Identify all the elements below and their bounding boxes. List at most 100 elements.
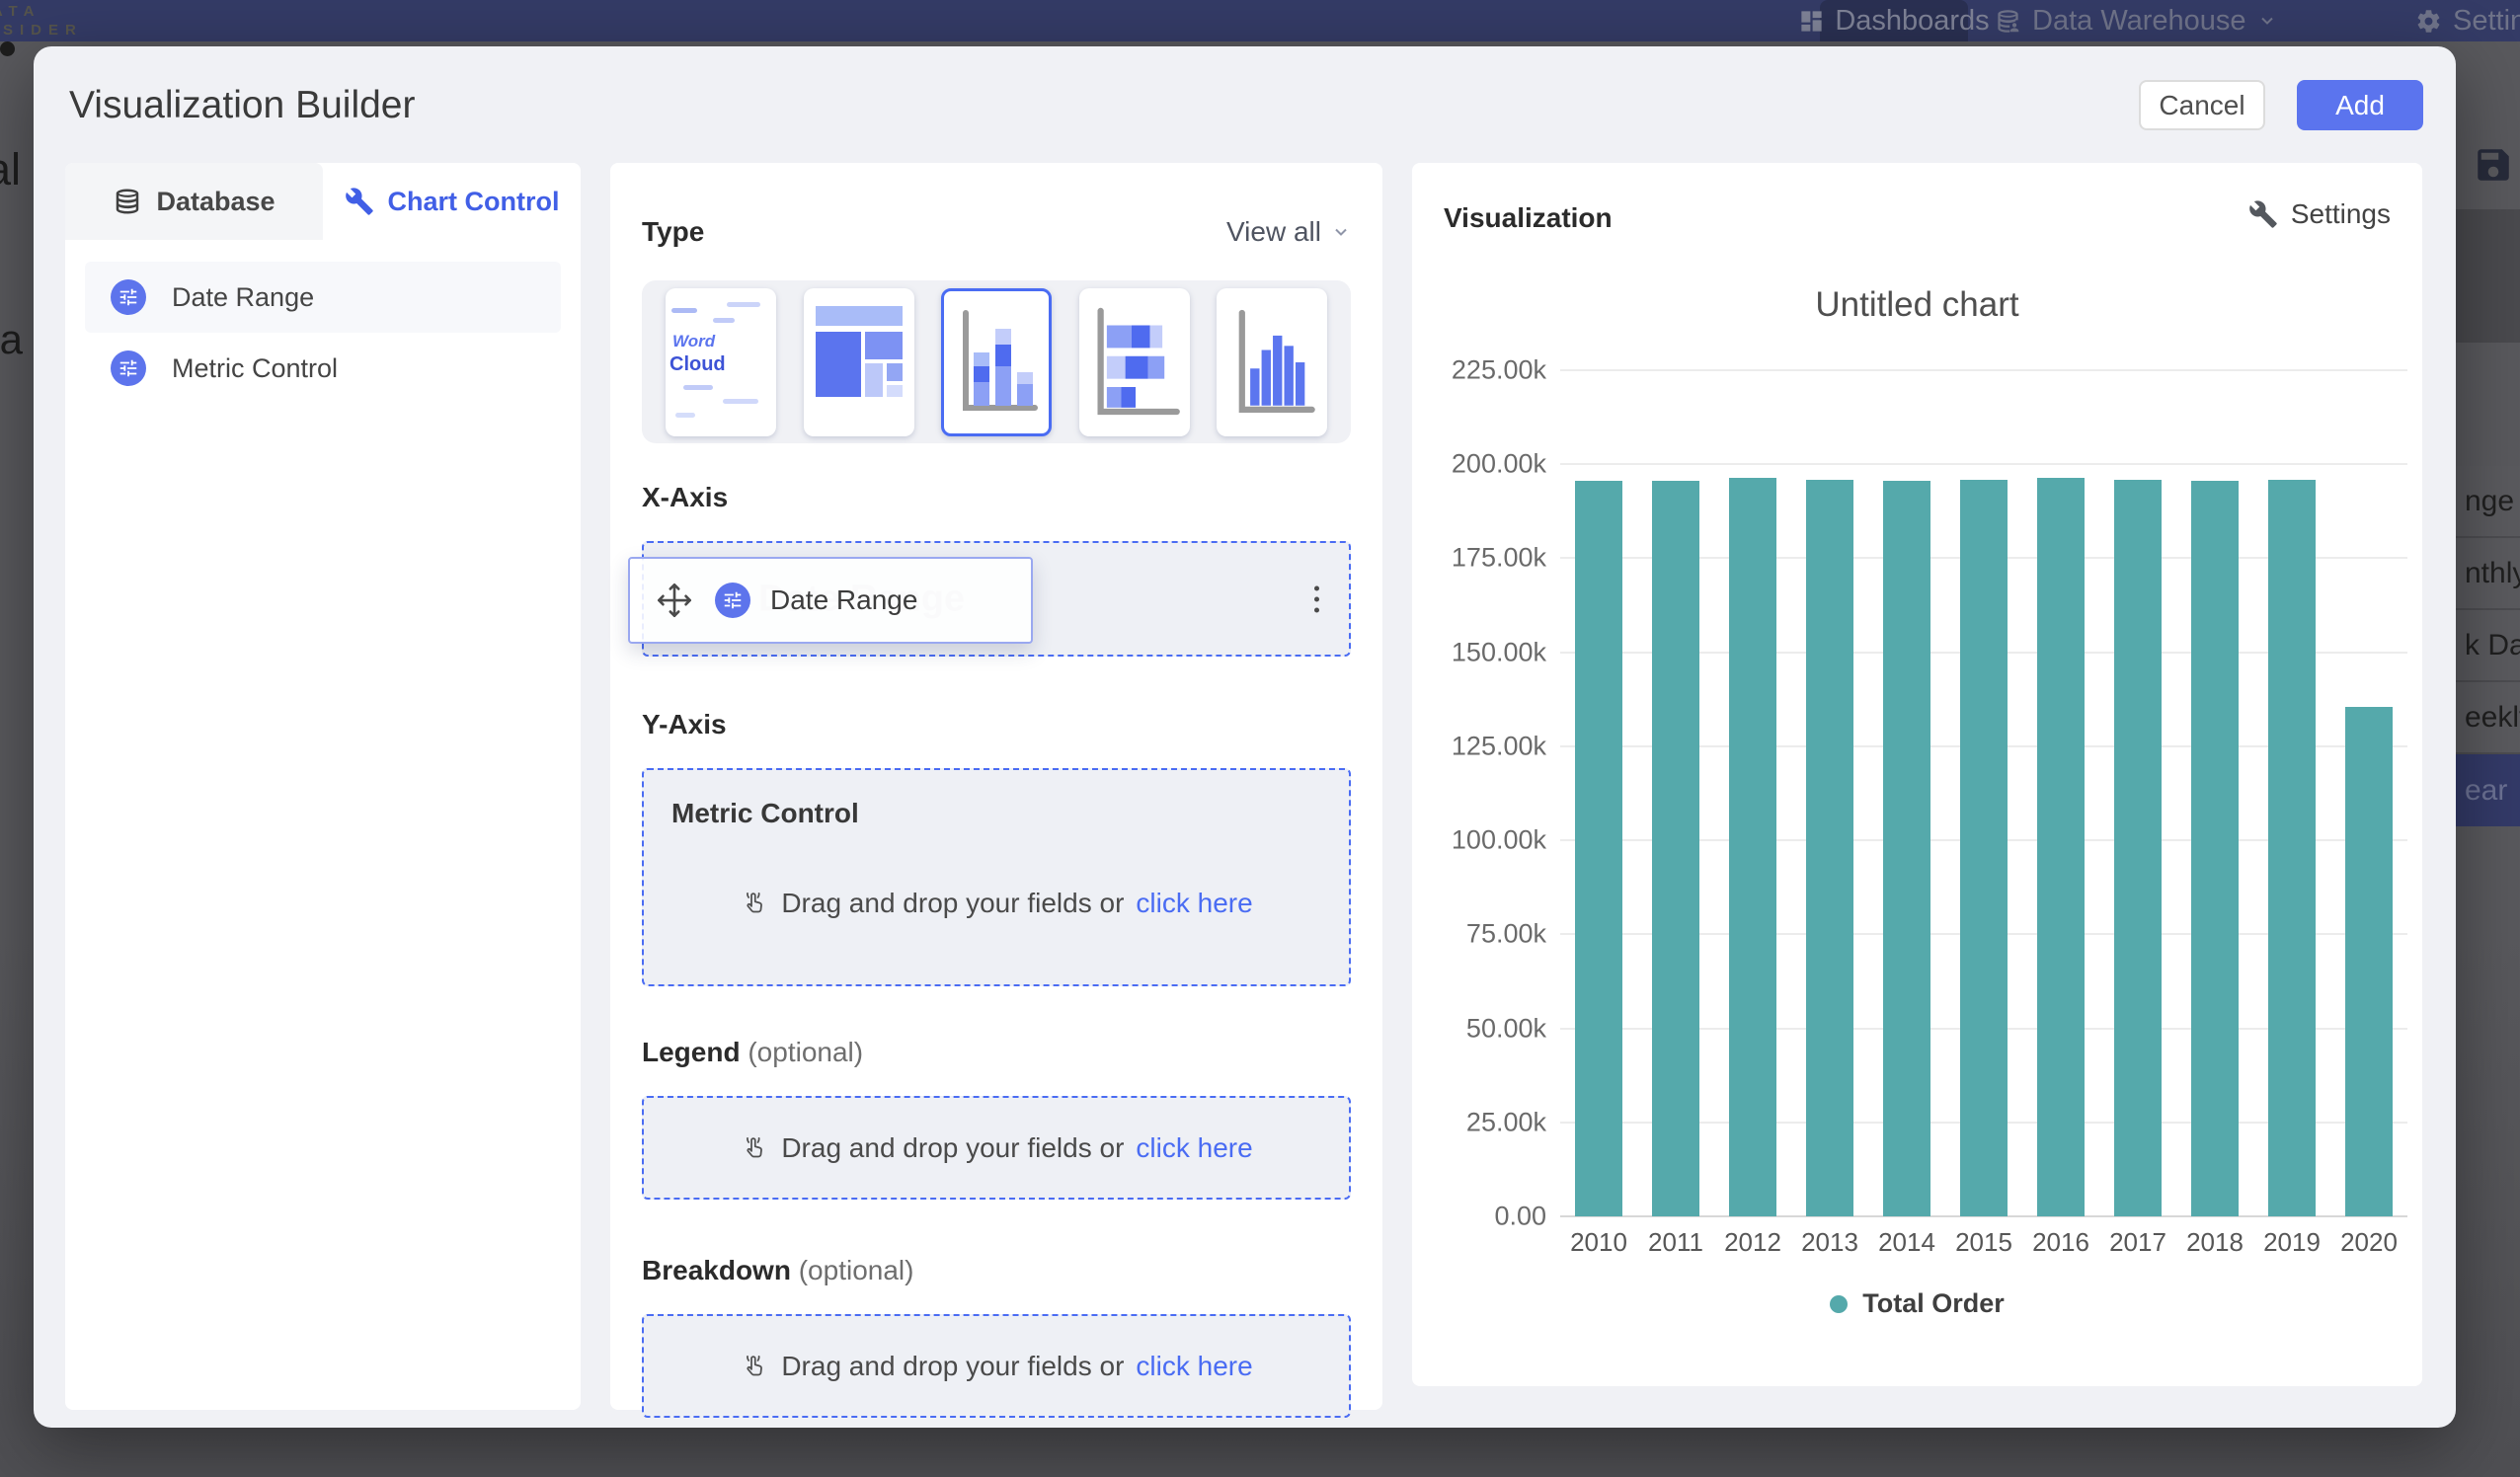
legend-series-name: Total Order (1862, 1288, 2005, 1319)
x-axis-label: X-Axis (642, 482, 1351, 513)
control-field-icon (111, 350, 146, 386)
builder-panel: Type View all Word Cloud (610, 163, 1382, 1410)
legend-optional-suffix: (optional) (748, 1037, 863, 1067)
occluded-heading-fragment: al (0, 144, 21, 195)
chart-legend: Total Order (1412, 1288, 2422, 1319)
chart-type-stacked-bar[interactable] (1079, 288, 1190, 436)
fields-panel: Database Chart Control Date Range Metric … (65, 163, 581, 1410)
bar-2018[interactable] (2191, 481, 2239, 1216)
tap-hand-icon (740, 1352, 769, 1381)
click-here-link[interactable]: click here (1136, 1351, 1252, 1382)
histogram-icon (1217, 288, 1327, 436)
bar-2013[interactable] (1806, 480, 1853, 1216)
y-axis-labels: 225.00k200.00k175.00k150.00k125.00k100.0… (1412, 370, 1546, 1216)
legend-label: Legend (optional) (642, 1037, 1351, 1068)
bar-2012[interactable] (1729, 478, 1776, 1216)
plot-area (1560, 370, 2407, 1216)
field-item-label: Metric Control (172, 353, 338, 384)
logo-line-2: INSIDER (0, 21, 83, 39)
chart-type-histogram[interactable] (1217, 288, 1327, 436)
screen: DATA INSIDER Dashboards Data Warehouse S… (0, 0, 2520, 1477)
chart-type-tray: Word Cloud (642, 280, 1351, 443)
metric-control-group-label: Metric Control (671, 798, 859, 829)
dashboard-grid-icon (1798, 8, 1825, 35)
tools-icon (345, 187, 374, 216)
breakdown-optional-suffix: (optional) (799, 1255, 914, 1285)
nav-dashboards[interactable]: Dashboards (1820, 0, 1968, 41)
view-all-label: View all (1226, 216, 1321, 248)
tap-hand-icon (740, 889, 769, 918)
field-item-label: Date Range (172, 282, 314, 313)
chart-type-treemap[interactable] (804, 288, 914, 436)
field-item-date-range[interactable]: Date Range (85, 262, 561, 333)
bar-2020[interactable] (2345, 707, 2393, 1216)
chevron-down-icon (1331, 222, 1351, 242)
chart-type-stacked-column[interactable] (941, 288, 1052, 436)
x-axis-dropzone[interactable]: Date Range Date Range (642, 541, 1351, 657)
chart-settings-label: Settings (2291, 198, 2391, 230)
x-axis-labels: 2010201120122013201420152016201720182019… (1560, 1227, 2407, 1258)
tap-hand-icon (740, 1133, 769, 1163)
nav-settings-label: Settings (2453, 5, 2520, 38)
bar-2011[interactable] (1652, 481, 1699, 1216)
dragged-field-card[interactable]: Date Range (628, 557, 1033, 644)
breakdown-dropzone[interactable]: Drag and drop your fields or click here (642, 1314, 1351, 1418)
stacked-column-icon (944, 291, 1049, 433)
tab-chart-control[interactable]: Chart Control (323, 163, 581, 240)
modal-title: Visualization Builder (69, 84, 416, 127)
bar-2019[interactable] (2268, 480, 2316, 1216)
field-list: Date Range Metric Control (65, 240, 581, 426)
control-field-icon (715, 583, 750, 618)
nav-data-warehouse[interactable]: Data Warehouse (1995, 0, 2277, 41)
bullet-dot (0, 41, 15, 56)
dragged-field-label: Date Range (770, 584, 917, 616)
bar-2010[interactable] (1575, 481, 1622, 1216)
chevron-down-icon (2257, 11, 2277, 31)
type-label: Type (642, 216, 704, 248)
bar-2015[interactable] (1960, 480, 2008, 1216)
tab-chart-control-label: Chart Control (388, 187, 560, 217)
view-all-button[interactable]: View all (1226, 216, 1351, 248)
legend-dot (1830, 1295, 1848, 1313)
tools-icon (2248, 199, 2278, 229)
bars (1560, 370, 2407, 1216)
top-navbar: DATA INSIDER Dashboards Data Warehouse S… (0, 0, 2520, 41)
tab-database-label: Database (156, 187, 275, 217)
y-axis-dropzone[interactable]: Metric Control Drag and drop your fields… (642, 768, 1351, 986)
fields-panel-tabs: Database Chart Control (65, 163, 581, 240)
y-axis-label: Y-Axis (642, 709, 1351, 740)
save-icon[interactable] (2473, 144, 2514, 186)
click-here-link[interactable]: click here (1136, 1132, 1252, 1164)
control-field-icon (111, 279, 146, 315)
word-cloud-text-2: Cloud (669, 353, 726, 376)
chart-type-word-cloud[interactable]: Word Cloud (666, 288, 776, 436)
cancel-button[interactable]: Cancel (2139, 80, 2265, 130)
drop-placeholder-text: Drag and drop your fields or (781, 1132, 1124, 1164)
visualization-header: Visualization (1444, 202, 1613, 234)
gear-icon (2415, 8, 2442, 35)
nav-dashboards-label: Dashboards (1835, 5, 1989, 38)
add-button[interactable]: Add (2297, 80, 2423, 130)
nav-data-warehouse-label: Data Warehouse (2032, 5, 2246, 38)
drop-placeholder-text: Drag and drop your fields or (781, 888, 1124, 919)
visualization-builder-modal: Visualization Builder Cancel Add Databas… (34, 46, 2456, 1428)
breakdown-label: Breakdown (optional) (642, 1255, 1351, 1286)
x-axis-menu-kebab-icon[interactable] (1314, 585, 1319, 612)
chart-title: Untitled chart (1412, 285, 2422, 325)
database-icon (113, 187, 142, 216)
app-logo: DATA INSIDER (0, 2, 83, 39)
tab-database[interactable]: Database (65, 163, 323, 240)
stacked-bar-icon (1079, 288, 1190, 436)
bar-2014[interactable] (1883, 481, 1930, 1216)
bar-2016[interactable] (2037, 478, 2085, 1216)
bar-2017[interactable] (2114, 480, 2162, 1216)
click-here-link[interactable]: click here (1136, 888, 1252, 919)
field-item-metric-control[interactable]: Metric Control (85, 333, 561, 404)
occluded-text-fragment: ta (0, 316, 23, 363)
nav-settings[interactable]: Settings (2415, 0, 2520, 41)
visualization-panel: Visualization Settings Untitled chart 22… (1412, 163, 2422, 1386)
word-cloud-text-1: Word (672, 332, 715, 351)
move-icon (654, 580, 695, 621)
legend-dropzone[interactable]: Drag and drop your fields or click here (642, 1096, 1351, 1200)
chart-settings-button[interactable]: Settings (2248, 198, 2391, 230)
